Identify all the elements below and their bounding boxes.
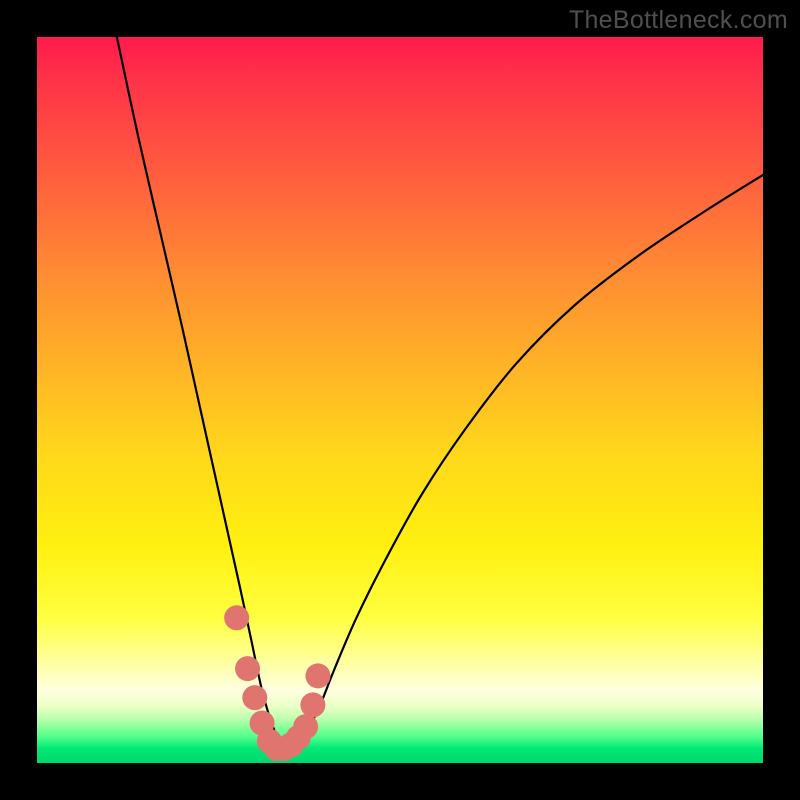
chart-frame: TheBottleneck.com [0, 0, 800, 800]
highlight-dot [235, 656, 260, 681]
chart-svg [37, 37, 763, 763]
highlight-data-points [224, 605, 330, 761]
highlight-dot [293, 714, 318, 739]
plot-area [37, 37, 763, 763]
watermark-text: TheBottleneck.com [569, 6, 788, 35]
highlight-dot [300, 692, 325, 717]
bottleneck-curve [117, 37, 763, 751]
highlight-dot [305, 663, 330, 688]
highlight-dot [242, 685, 267, 710]
highlight-dot [224, 605, 249, 630]
